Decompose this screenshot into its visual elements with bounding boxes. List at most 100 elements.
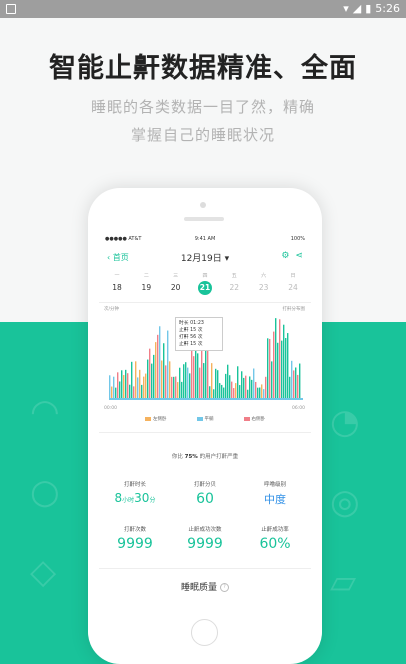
phone-screen: ●●●●● AT&T 9:41 AM 100% ‹ 首页 12月19日 ▾ ⚙ … — [99, 232, 311, 612]
weekday-label: 日 — [290, 273, 296, 279]
stat-value: 中度 — [264, 493, 286, 506]
day-item[interactable]: 五 22 — [220, 272, 248, 295]
chart-legend: 左侧卧 平躺 右侧卧 — [99, 416, 311, 422]
day-item[interactable]: 日 24 — [279, 272, 307, 295]
chart-bar — [233, 388, 235, 398]
weekday-label: 二 — [143, 273, 149, 279]
chart-x-start: 00:00 — [104, 406, 117, 411]
chart-bar — [123, 375, 125, 398]
stat-minutes: 30 — [134, 491, 150, 505]
chart-bar — [237, 366, 239, 398]
chart-bar — [277, 342, 279, 398]
chart-bar — [235, 383, 237, 398]
stat-value: 9999 — [187, 536, 223, 552]
battery-icon: ▮ — [365, 2, 372, 15]
day-item[interactable]: 二 19 — [132, 272, 160, 295]
screen-battery: 100% — [290, 236, 305, 242]
stat-stop-success-count: 止鼾成功次数 9999 — [170, 525, 240, 552]
day-item[interactable]: 一 18 — [103, 272, 131, 295]
chart-bar — [179, 367, 181, 398]
chart-bar — [205, 342, 207, 398]
stat-snore-count: 打鼾次数 9999 — [100, 525, 170, 552]
chart-bar — [181, 381, 183, 398]
stat-value: 8小时30分 — [100, 491, 170, 505]
stat-hours: 8 — [114, 491, 123, 505]
home-button[interactable] — [191, 619, 218, 646]
legend-label: 右侧卧 — [251, 417, 266, 422]
chart-bar — [227, 364, 229, 398]
bird-icon: ◇ — [30, 552, 57, 592]
chart-bar — [133, 386, 135, 398]
chart-bar — [293, 370, 295, 398]
chart-bar — [241, 371, 243, 398]
help-icon[interactable]: ? — [219, 583, 229, 592]
wifi-icon: ▾ — [343, 2, 349, 15]
chart-bar — [155, 342, 157, 398]
date-title: 12月19日 — [180, 254, 222, 264]
day-number: 20 — [170, 283, 181, 292]
chart-bar — [257, 387, 259, 398]
chart-tooltip: 时长 01:23 止鼾 15 次 打鼾 56 次 止鼾 15 次 — [175, 317, 223, 351]
day-item[interactable]: 三 20 — [162, 272, 190, 295]
chart-bar — [239, 385, 241, 398]
day-item-selected[interactable]: 四 21 — [191, 272, 219, 295]
chart-bar — [203, 363, 205, 398]
chart-bar — [265, 376, 267, 398]
subtitle-line-2: 掌握自己的睡眠状况 — [130, 126, 275, 144]
chart-bar — [275, 318, 277, 398]
chart-bar — [261, 384, 263, 398]
chart-bar — [297, 374, 299, 398]
chart-bar — [173, 376, 175, 398]
chart-bar — [171, 376, 173, 398]
stat-value: 60% — [259, 536, 291, 552]
chart-bar — [231, 381, 233, 398]
chart-bar — [163, 343, 165, 398]
legend-label: 平躺 — [204, 417, 214, 422]
chart-bar — [263, 389, 265, 398]
chart-bar — [135, 361, 137, 398]
stat-snore-db: 打鼾分贝 60 — [170, 480, 240, 507]
mic-icon: ○ — [30, 472, 60, 512]
signal-icon: ◢ — [352, 2, 362, 15]
day-item[interactable]: 六 23 — [250, 272, 278, 295]
chart-bar — [269, 338, 271, 398]
screen-nav: ‹ 首页 12月19日 ▾ ⚙ ⋖ — [99, 250, 311, 266]
chart-bar — [219, 383, 221, 398]
chart-bar — [147, 359, 149, 398]
chart-bar — [145, 373, 147, 398]
status-time: 5:26 — [375, 2, 400, 15]
day-number: 21 — [197, 281, 212, 295]
chart-bar — [279, 319, 281, 398]
chart-bar — [109, 375, 111, 398]
chart-x-end: 06:00 — [292, 406, 305, 411]
week-selector: 一 18 二 19 三 20 四 21 五 22 六 23 日 24 — [103, 272, 307, 295]
share-icon[interactable]: ⋖ — [295, 251, 303, 261]
stat-snore-duration: 打鼾时长 8小时30分 — [100, 480, 170, 505]
chart-bar — [119, 381, 121, 398]
sleep-quality-link[interactable]: 睡眠质量 ? — [99, 580, 311, 593]
divider — [99, 302, 311, 303]
stat-snore-level: 呼噜级别 中度 — [240, 480, 310, 507]
chart-bar — [247, 389, 249, 398]
chart-bar — [271, 361, 273, 398]
chart-bar — [169, 361, 171, 398]
date-dropdown[interactable]: 12月19日 ▾ — [99, 251, 311, 264]
chart-bar — [289, 376, 291, 398]
chart-bar — [111, 386, 113, 398]
legend-swatch — [243, 416, 250, 421]
chart-bar — [175, 376, 177, 398]
screen-time: 9:41 AM — [194, 236, 216, 242]
chart-bar — [113, 376, 115, 398]
globe-icon: ◎ — [330, 482, 360, 522]
legend-swatch — [196, 416, 203, 421]
day-number: 24 — [288, 283, 298, 292]
day-number: 19 — [141, 283, 152, 292]
chart-bar — [151, 363, 153, 398]
chart-bar — [177, 382, 179, 398]
stat-minutes-unit: 分 — [149, 497, 156, 504]
chart-bar — [281, 340, 283, 398]
chart-bar — [149, 348, 151, 398]
gear-icon[interactable]: ⚙ — [281, 251, 289, 261]
comparison-suffix: 的用户打鼾严重 — [199, 454, 239, 460]
chart-bar — [221, 384, 223, 398]
